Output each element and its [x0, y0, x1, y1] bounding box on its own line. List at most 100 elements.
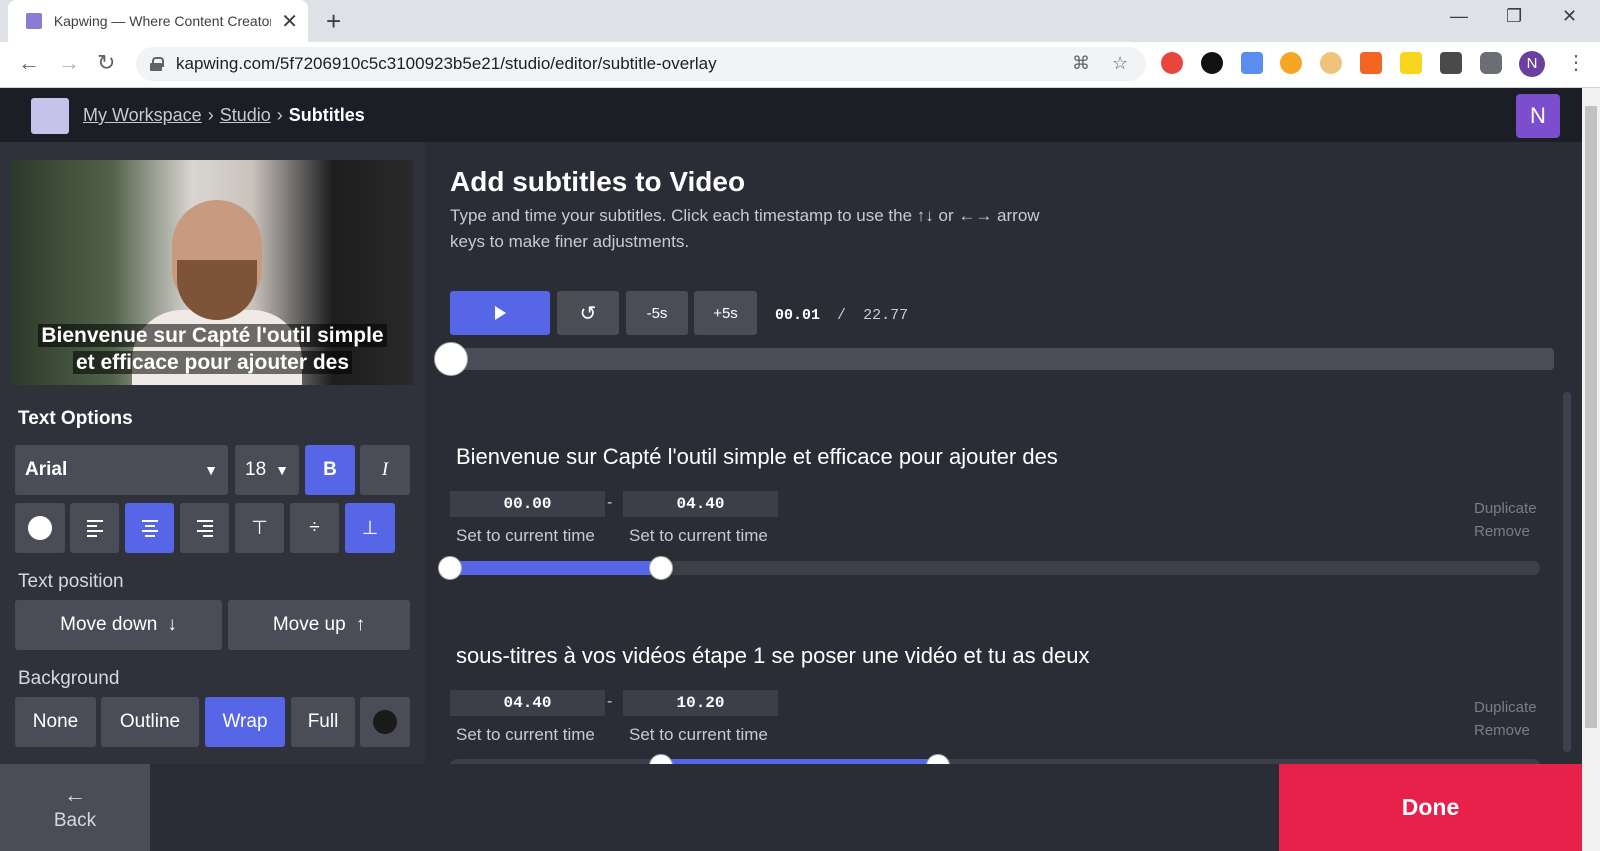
set-end-current-time-link[interactable]: Set to current time — [629, 725, 768, 745]
font-size-value: 18 — [245, 459, 267, 480]
playback-scrubber[interactable] — [450, 348, 1554, 370]
extension-icon[interactable] — [1201, 52, 1223, 74]
extension-icon[interactable] — [1280, 52, 1302, 74]
video-preview[interactable]: Bienvenue sur Capté l'outil simple et ef… — [12, 160, 413, 385]
background-wrap-button[interactable]: Wrap — [205, 697, 285, 747]
move-down-button[interactable]: Move down ↓ — [15, 600, 222, 650]
tab-title: Kapwing — Where Content Creators — [53, 13, 272, 29]
restore-icon[interactable]: ❐ — [1506, 6, 1522, 27]
bold-button[interactable]: B — [305, 445, 355, 495]
background-color-button[interactable] — [360, 697, 410, 747]
back-arrow-icon[interactable]: ← — [18, 50, 40, 76]
subtitle-range-track[interactable] — [450, 561, 1540, 575]
remove-subtitle-link[interactable]: Remove — [1474, 523, 1530, 540]
remove-subtitle-link[interactable]: Remove — [1474, 722, 1530, 739]
play-button[interactable] — [450, 291, 550, 335]
subtitle-list-scrollbar[interactable] — [1563, 392, 1571, 752]
browser-tab[interactable]: Kapwing — Where Content Creators ✕ — [8, 0, 308, 42]
vertical-align-middle-button[interactable]: ÷ — [290, 503, 339, 553]
align-bottom-icon: ⊥ — [361, 517, 379, 539]
minimize-icon[interactable]: — — [1450, 6, 1468, 27]
arrow-up-icon: ↑ — [355, 614, 366, 635]
playhead-handle[interactable] — [434, 342, 468, 376]
vertical-align-top-button[interactable]: ⊤ — [235, 503, 284, 553]
font-select[interactable]: Arial ▼ — [15, 445, 228, 495]
subtitle-end-time[interactable]: 10.20 — [623, 690, 778, 716]
lock-icon — [150, 57, 164, 71]
puzzle-extensions-icon[interactable] — [1480, 52, 1502, 74]
subtitle-end-time[interactable]: 04.40 — [623, 491, 778, 517]
set-end-current-time-link[interactable]: Set to current time — [629, 526, 768, 546]
translate-icon[interactable]: ⌘ — [1072, 53, 1090, 74]
page-scrollbar-thumb[interactable] — [1585, 106, 1597, 728]
rewind-5s-button[interactable]: -5s — [626, 291, 688, 335]
subtitle-text-input[interactable]: Bienvenue sur Capté l'outil simple et ef… — [456, 444, 1058, 470]
preview-subtitle: Bienvenue sur Capté l'outil simple et ef… — [22, 322, 403, 376]
move-up-label: Move up — [272, 614, 346, 635]
background-outline-button[interactable]: Outline — [101, 697, 199, 747]
browser-profile-avatar[interactable]: N — [1519, 51, 1545, 77]
align-center-button[interactable] — [125, 503, 174, 553]
align-top-icon: ⊤ — [251, 517, 268, 539]
range-end-handle[interactable] — [649, 556, 673, 580]
italic-button[interactable]: I — [360, 445, 410, 495]
time-separator: / — [837, 307, 847, 324]
bookmark-star-icon[interactable]: ☆ — [1112, 53, 1128, 74]
subtitle-start-time[interactable]: 00.00 — [450, 491, 605, 517]
restart-button[interactable]: ↺ — [557, 291, 619, 335]
range-start-handle[interactable] — [438, 556, 462, 580]
back-label: Back — [53, 810, 97, 831]
extension-icon[interactable] — [1360, 52, 1382, 74]
set-start-current-time-link[interactable]: Set to current time — [456, 526, 595, 546]
font-select-value: Arial — [25, 459, 68, 480]
breadcrumb-studio[interactable]: Studio — [220, 105, 271, 125]
reload-icon[interactable]: ↻ — [97, 50, 115, 76]
back-button[interactable]: ← Back — [0, 764, 150, 851]
close-tab-icon[interactable]: ✕ — [281, 9, 298, 34]
background-none-button[interactable]: None — [15, 697, 96, 747]
arrow-left-icon: ← — [64, 782, 86, 807]
address-bar[interactable]: kapwing.com/5f7206910c5c3100923b5e21/stu… — [136, 47, 1146, 81]
time-range-dash: - — [607, 693, 613, 710]
text-color-button[interactable] — [15, 503, 65, 553]
close-window-icon[interactable]: ✕ — [1562, 6, 1577, 27]
kapwing-favicon-icon — [26, 13, 42, 29]
extension-icon[interactable] — [1400, 52, 1422, 74]
browser-menu-icon[interactable]: ⋮ — [1566, 50, 1586, 75]
forward-5s-button[interactable]: +5s — [694, 291, 757, 335]
playback-timecode: 00.01 / 22.77 — [775, 307, 908, 324]
user-avatar[interactable]: N — [1516, 94, 1560, 138]
new-tab-icon[interactable]: + — [326, 6, 341, 37]
extension-icon[interactable] — [1440, 52, 1462, 74]
preview-subtitle-line1: Bienvenue sur Capté l'outil simple — [38, 324, 387, 347]
time-range-dash: - — [607, 494, 613, 511]
font-size-select[interactable]: 18 ▼ — [235, 445, 299, 495]
align-right-button[interactable] — [180, 503, 229, 553]
url-text: kapwing.com/5f7206910c5c3100923b5e21/stu… — [176, 54, 717, 73]
extension-icon[interactable] — [1241, 52, 1263, 74]
breadcrumb-current: Subtitles — [288, 105, 365, 125]
page-title: Add subtitles to Video — [450, 166, 746, 197]
vertical-align-bottom-button[interactable]: ⊥ — [345, 503, 395, 553]
preview-subtitle-line2: et efficace pour ajouter des — [72, 351, 353, 374]
breadcrumb-workspace[interactable]: My Workspace — [83, 105, 202, 125]
subtitle-start-time[interactable]: 04.40 — [450, 690, 605, 716]
background-full-button[interactable]: Full — [291, 697, 355, 747]
duplicate-subtitle-link[interactable]: Duplicate — [1474, 500, 1537, 517]
kapwing-logo[interactable] — [31, 98, 69, 134]
extension-icon[interactable] — [1161, 52, 1183, 74]
subtitle-range-fill — [450, 561, 661, 575]
extension-icon[interactable] — [1320, 52, 1342, 74]
subtitle-text-input[interactable]: sous-titres à vos vidéos étape 1 se pose… — [456, 643, 1090, 669]
forward-arrow-icon[interactable]: → — [58, 50, 80, 76]
chevron-down-icon: ▼ — [275, 462, 289, 478]
align-left-button[interactable] — [70, 503, 119, 553]
play-icon — [494, 306, 506, 320]
breadcrumb-separator: › — [207, 105, 214, 125]
done-button[interactable]: Done — [1279, 764, 1582, 851]
color-swatch-icon — [373, 710, 397, 734]
text-position-title: Text position — [18, 571, 124, 592]
move-up-button[interactable]: Move up ↑ — [228, 600, 410, 650]
duplicate-subtitle-link[interactable]: Duplicate — [1474, 699, 1537, 716]
set-start-current-time-link[interactable]: Set to current time — [456, 725, 595, 745]
